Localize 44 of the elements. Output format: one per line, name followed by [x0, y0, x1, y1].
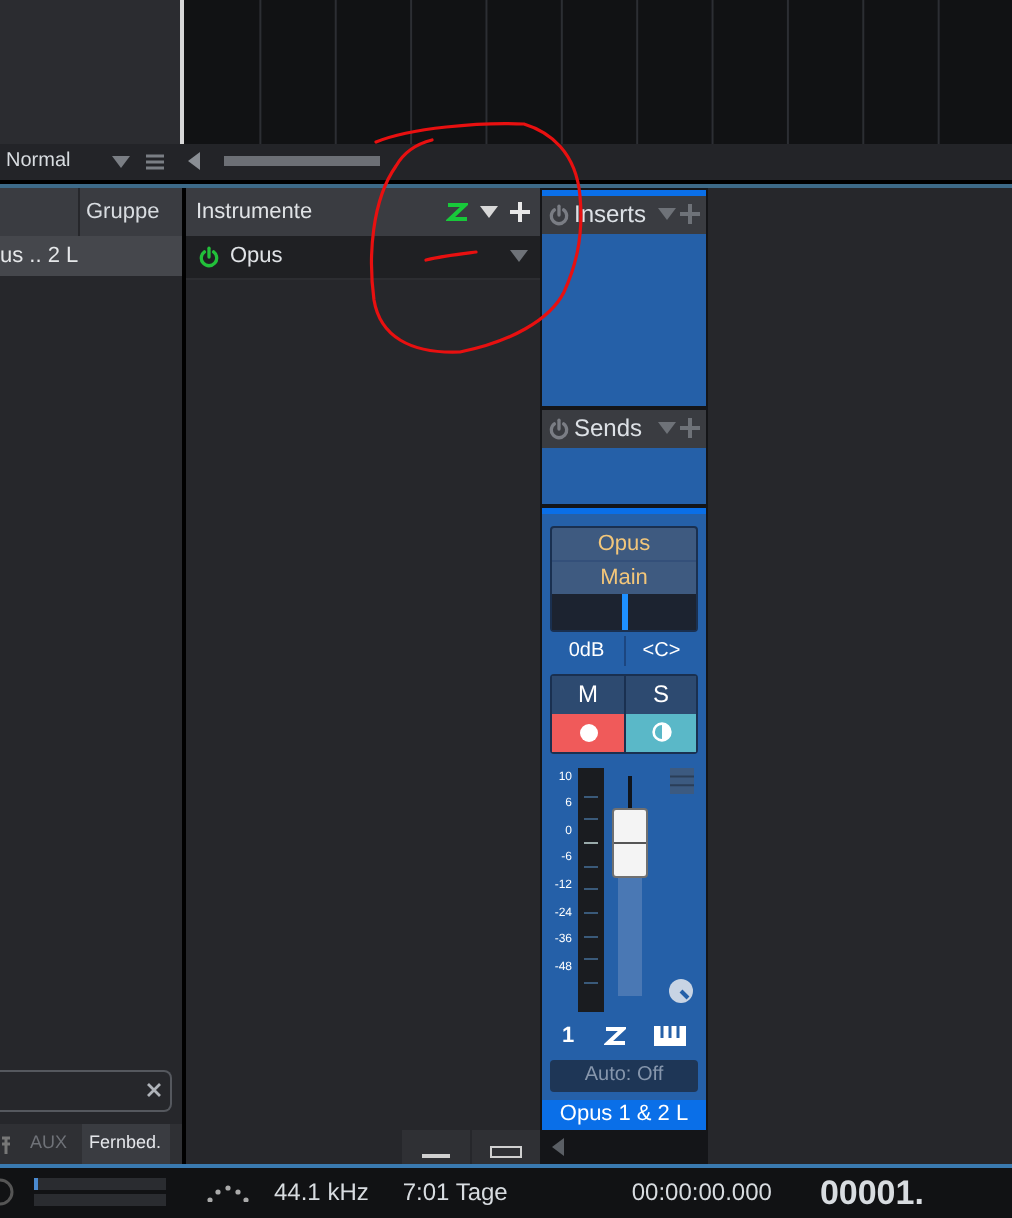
time-display: 00:00:00.000 — [631, 1176, 772, 1211]
instrument-name: Opus — [230, 242, 285, 273]
sample-rate: 44.1 kHz — [274, 1176, 369, 1211]
performance-meter — [34, 1178, 166, 1207]
automation-button[interactable]: Auto: Off — [550, 1059, 698, 1092]
monitor-button[interactable] — [624, 713, 696, 752]
instrument-row[interactable]: Opus — [186, 235, 540, 280]
caret-icon[interactable] — [510, 250, 528, 263]
monitor-icon — [651, 722, 671, 743]
mode-dropdown[interactable]: Normal — [0, 146, 136, 177]
track-row[interactable]: us .. 2 L — [0, 235, 182, 276]
section-title: Sends — [574, 416, 645, 441]
small-view-button[interactable] — [402, 1129, 470, 1164]
position-display: 00001. — [819, 1171, 924, 1216]
z-logo-icon[interactable] — [446, 201, 468, 222]
instruments-title: Instrumente — [196, 197, 315, 228]
solo-button[interactable]: S — [624, 675, 696, 714]
pan-readout[interactable]: <C> — [623, 636, 698, 667]
activity-icon — [206, 1182, 250, 1203]
power-icon[interactable] — [198, 245, 220, 268]
record-button[interactable] — [552, 713, 624, 752]
large-view-button[interactable] — [472, 1129, 540, 1164]
channel-number: 1 — [562, 1021, 575, 1052]
caret-icon[interactable] — [480, 205, 498, 218]
caret-icon[interactable] — [112, 155, 130, 168]
pan-meter[interactable] — [552, 593, 696, 630]
scroll-left-icon[interactable] — [188, 152, 200, 171]
track-name[interactable]: Opus 1 & 2 L — [542, 1099, 706, 1130]
volume-readout[interactable]: 0dB — [550, 636, 623, 667]
scrollbar-thumb[interactable] — [224, 156, 380, 167]
scroll-left-icon[interactable] — [552, 1137, 564, 1156]
fader-track[interactable] — [612, 775, 652, 996]
menu-icon[interactable] — [146, 153, 164, 170]
knob-icon[interactable] — [668, 977, 694, 1004]
piano-icon[interactable] — [654, 1025, 686, 1046]
column-title: Gruppe — [84, 197, 160, 228]
record-time: 7:01 Tage — [402, 1176, 508, 1211]
mute-button[interactable]: M — [552, 675, 624, 714]
clear-icon[interactable] — [146, 1082, 162, 1099]
panel-tab[interactable]: Fernbed. — [81, 1123, 170, 1164]
channel-name[interactable]: Opus — [552, 527, 696, 560]
search-field[interactable] — [0, 1069, 172, 1112]
fader-handle[interactable] — [612, 807, 648, 878]
record-icon — [579, 723, 597, 742]
